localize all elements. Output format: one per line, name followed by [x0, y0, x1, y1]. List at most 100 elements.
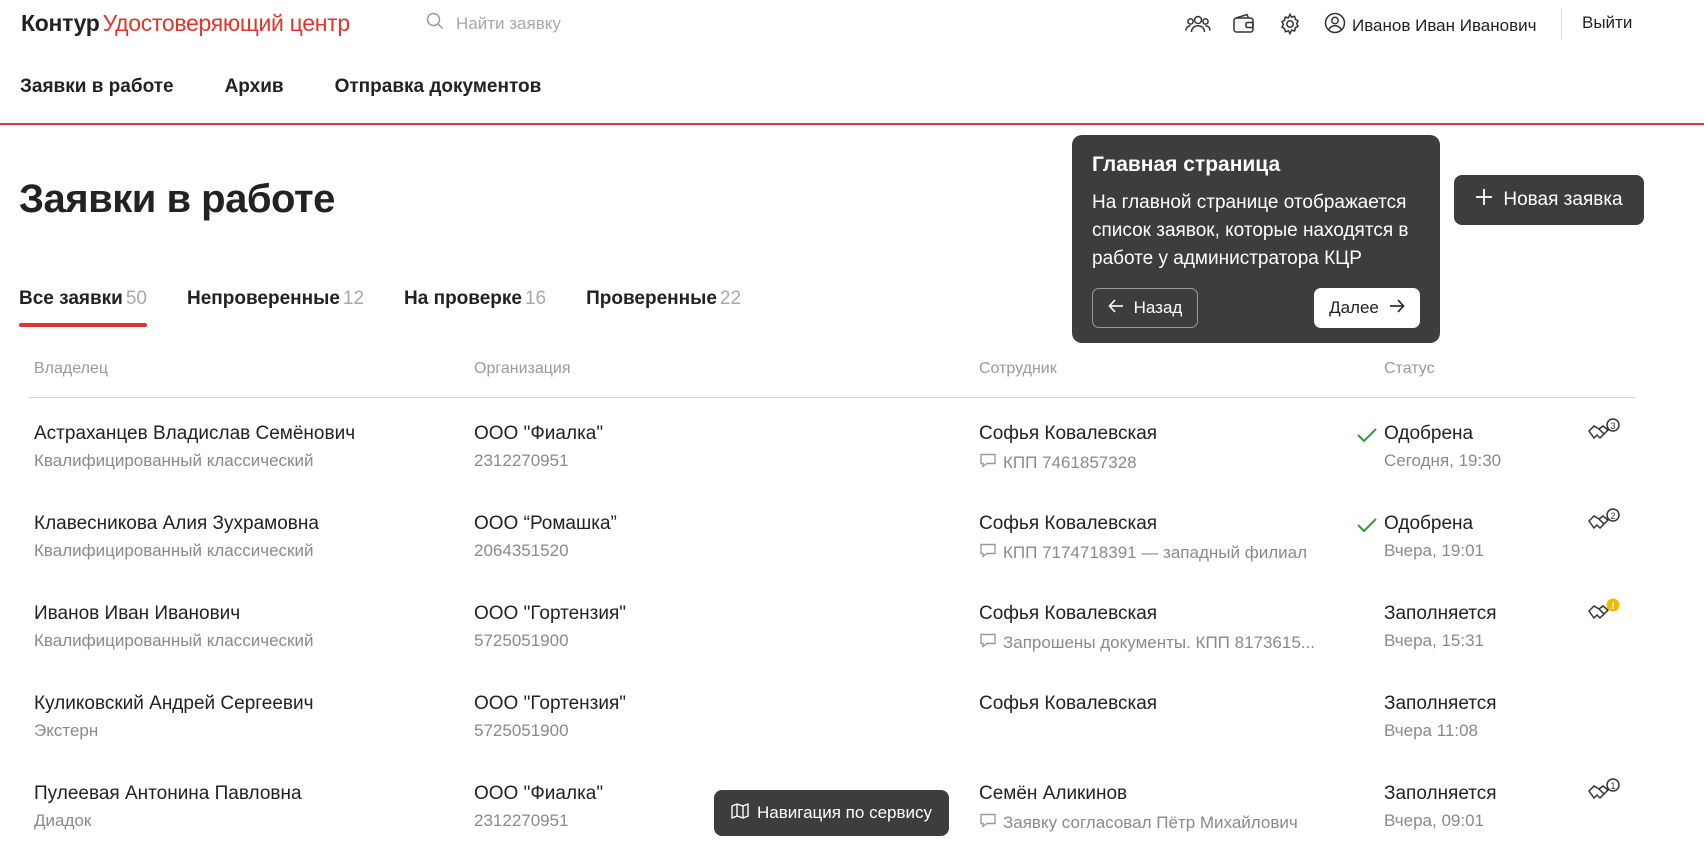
arrow-left-icon: [1108, 298, 1124, 318]
nav-item-documents[interactable]: Отправка документов: [335, 76, 542, 98]
employee-name: Софья Ковалевская: [979, 513, 1158, 534]
status-time: Вчера 11:08: [1384, 721, 1478, 740]
table-header-divider: [29, 397, 1635, 398]
tooltip-back-button[interactable]: Назад: [1092, 288, 1198, 328]
search-box: [426, 12, 716, 35]
status-text: Одобрена: [1384, 513, 1474, 534]
comment-icon: [979, 631, 997, 654]
status-text: Заполняется: [1384, 783, 1497, 804]
onboarding-tooltip: Главная страница На главной странице ото…: [1072, 135, 1440, 343]
certificate-type: Квалифицированный классический: [34, 451, 314, 470]
tab-unchecked[interactable]: Непроверенные 12: [187, 288, 364, 310]
status-time: Вчера, 19:01: [1384, 541, 1484, 560]
employee-note: КПП 7461857328: [1003, 452, 1137, 472]
check-icon: [1356, 426, 1378, 449]
handshake-badge: 2: [1610, 511, 1615, 521]
tab-label: На проверке: [404, 288, 522, 309]
employee-note: КПП 7174718391 — западный филиал: [1003, 542, 1307, 562]
employee-name: Софья Ковалевская: [979, 693, 1158, 714]
employee-note: Заявку согласовал Пётр Михайлович: [1003, 812, 1298, 832]
column-organization[interactable]: Организация: [474, 360, 571, 378]
logout-button[interactable]: Выйти: [1582, 13, 1632, 33]
main-nav: Заявки в работе Архив Отправка документо…: [20, 76, 541, 98]
top-bar: КонтурУдостоверяющий центр Иванов Иван И…: [0, 0, 1704, 48]
status-text: Одобрена: [1384, 423, 1474, 444]
owner-name: Астраханцев Владислав Семёнович: [34, 423, 356, 444]
organization-inn: 5725051900: [474, 721, 569, 740]
nav-item-requests[interactable]: Заявки в работе: [20, 76, 174, 98]
service-navigation-button[interactable]: Навигация по сервису: [714, 790, 949, 836]
certificate-type: Диадок: [34, 811, 92, 830]
organization-inn: 2312270951: [474, 451, 569, 470]
tab-in-review[interactable]: На проверке 16: [404, 288, 546, 310]
tooltip-title: Главная страница: [1092, 153, 1281, 176]
column-status[interactable]: Статус: [1384, 360, 1435, 378]
nav-item-archive[interactable]: Архив: [225, 76, 284, 98]
tooltip-next-button[interactable]: Далее: [1314, 288, 1420, 328]
table-row[interactable]: Иванов Иван Иванович Квалифицированный кл…: [0, 598, 1704, 693]
status-text: Заполняется: [1384, 603, 1497, 624]
logo-brand: Контур: [21, 10, 100, 36]
service-navigation-label: Навигация по сервису: [756, 803, 933, 822]
organization-name: ООО "Фиалка": [474, 783, 604, 804]
tab-label: Проверенные: [586, 288, 717, 309]
user-name: Иванов Иван Иванович: [1352, 15, 1537, 35]
check-icon: [1356, 516, 1378, 539]
page-title: Заявки в работе: [19, 177, 335, 221]
logo[interactable]: Контур Удостоверяющий центр: [21, 10, 350, 37]
map-icon: [731, 802, 749, 824]
search-icon: [426, 12, 444, 35]
handshake-icon[interactable]: 2: [1586, 507, 1622, 537]
owner-name: Пулеевая Антонина Павловна: [34, 783, 302, 804]
gear-icon[interactable]: [1277, 11, 1303, 37]
owner-name: Куликовский Андрей Сергеевич: [34, 693, 314, 714]
organization-name: ООО “Ромашка”: [474, 513, 617, 534]
search-input[interactable]: [456, 13, 716, 34]
user-menu[interactable]: Иванов Иван Иванович: [1324, 12, 1536, 39]
certificate-type: Квалифицированный классический: [34, 541, 314, 560]
users-icon[interactable]: [1185, 11, 1211, 37]
table-row[interactable]: Астраханцев Владислав Семёнович Квалифици…: [0, 418, 1704, 513]
tab-all[interactable]: Все заявки 50: [19, 288, 147, 327]
handshake-icon[interactable]: !: [1586, 597, 1622, 627]
handshake-icon[interactable]: 3: [1586, 417, 1622, 447]
tabs: Все заявки 50 Непроверенные 12 На проверке…: [19, 288, 741, 327]
new-request-button[interactable]: Новая заявка: [1454, 175, 1644, 225]
status-time: Вчера, 09:01: [1384, 811, 1484, 830]
tab-count: 50: [125, 288, 147, 309]
status-time: Вчера, 15:31: [1384, 631, 1484, 650]
new-request-label: Новая заявка: [1503, 189, 1623, 210]
status-time: Сегодня, 19:30: [1384, 451, 1502, 470]
column-owner[interactable]: Владелец: [34, 360, 108, 378]
certificate-type: Экстерн: [34, 721, 99, 740]
column-employee[interactable]: Сотрудник: [979, 360, 1057, 378]
comment-icon: [979, 811, 997, 834]
arrow-right-icon: [1389, 298, 1405, 318]
wallet-icon[interactable]: [1231, 11, 1257, 37]
warning-badge: !: [1611, 601, 1614, 612]
handshake-icon[interactable]: 1: [1586, 777, 1622, 807]
tooltip-text: На главной странице отображается список …: [1092, 192, 1409, 269]
comment-icon: [979, 541, 997, 564]
organization-inn: 2064351520: [474, 541, 569, 560]
tab-label: Непроверенные: [187, 288, 340, 309]
organization-name: ООО "Гортензия": [474, 603, 626, 624]
handshake-badge: 1: [1610, 781, 1615, 791]
employee-note: Запрошены документы. КПП 8173615...: [1003, 632, 1315, 652]
tooltip-back-label: Назад: [1133, 298, 1183, 317]
tab-checked[interactable]: Проверенные 22: [586, 288, 741, 310]
tooltip-next-label: Далее: [1329, 298, 1379, 317]
table-row[interactable]: Куликовский Андрей Сергеевич Экстерн ООО …: [0, 693, 1704, 783]
owner-name: Иванов Иван Иванович: [34, 603, 241, 624]
handshake-badge: 3: [1610, 421, 1615, 431]
owner-name: Клавесникова Алия Зухрамовна: [34, 513, 319, 534]
organization-name: ООО "Фиалка": [474, 423, 604, 444]
organization-inn: 2312270951: [474, 811, 569, 830]
certificate-type: Квалифицированный классический: [34, 631, 314, 650]
table-row[interactable]: Клавесникова Алия Зухрамовна Квалифициров…: [0, 508, 1704, 603]
organization-name: ООО "Гортензия": [474, 693, 626, 714]
status-text: Заполняется: [1384, 693, 1497, 714]
organization-inn: 5725051900: [474, 631, 569, 650]
header-divider: [1561, 8, 1562, 40]
tab-count: 22: [719, 288, 742, 309]
